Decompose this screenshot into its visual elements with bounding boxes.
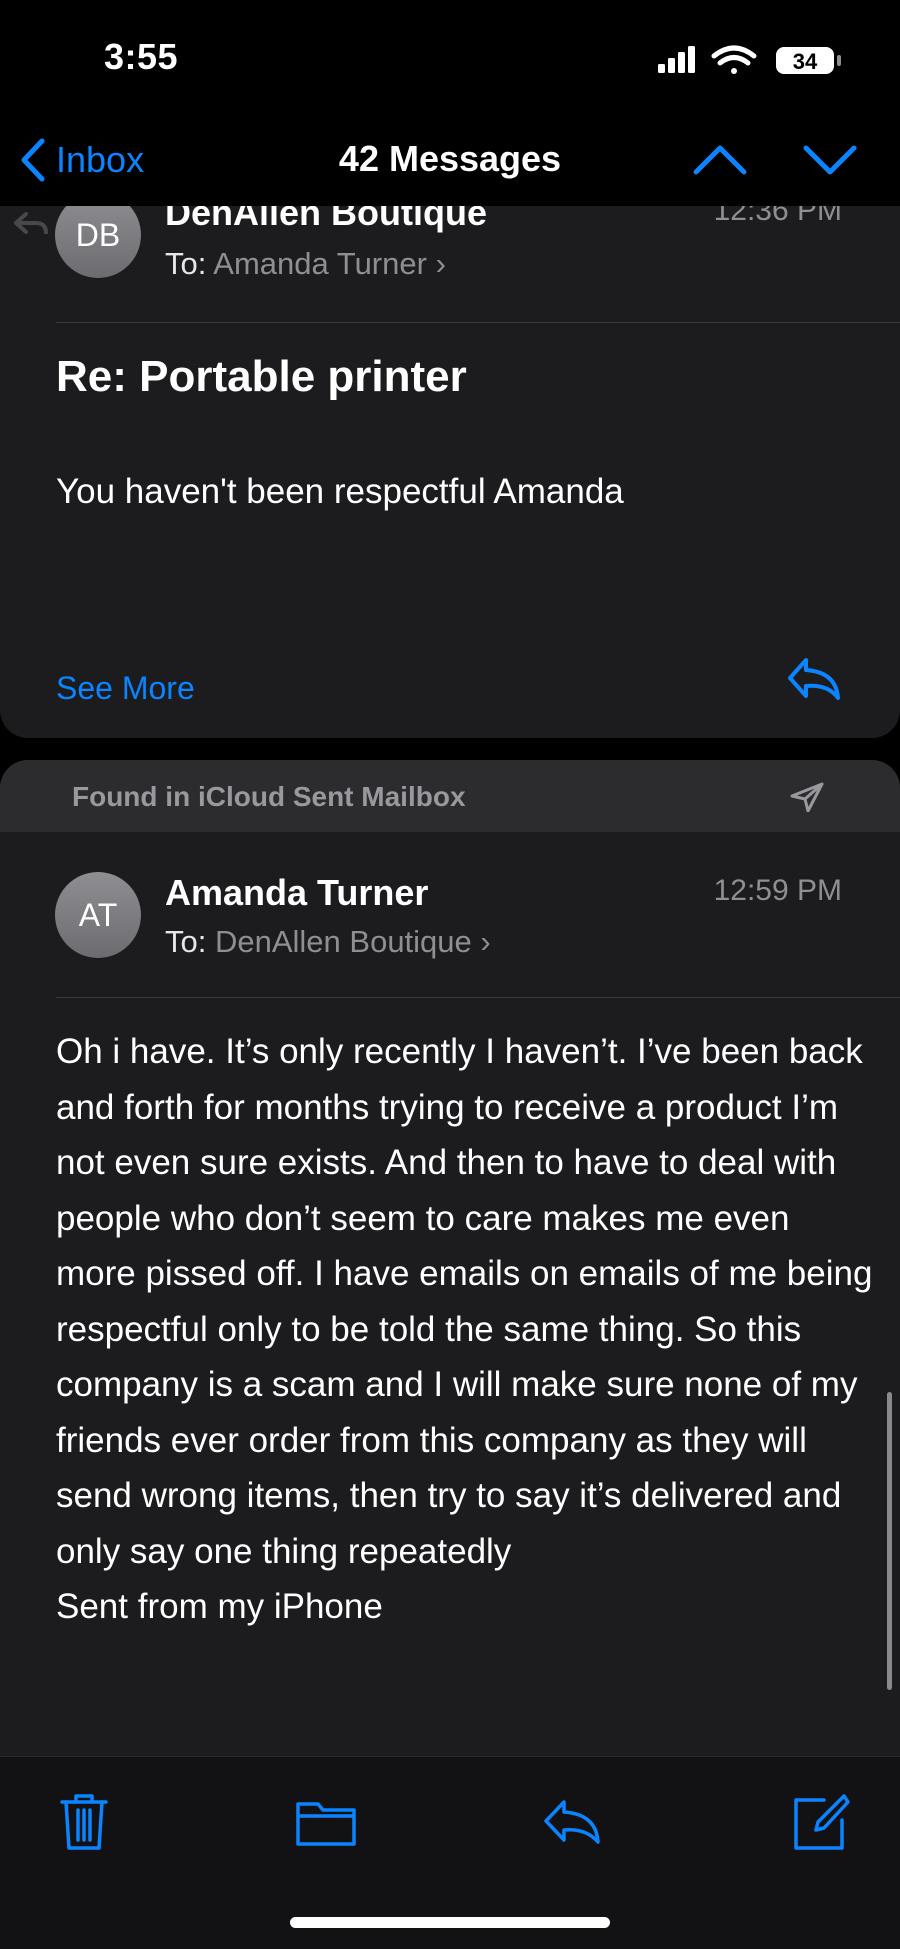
back-label: Inbox [56,139,145,180]
status-time: 3:55 [104,36,179,77]
header-divider [56,322,900,323]
wifi-icon [711,45,757,74]
found-in-mailbox-text: Found in iCloud Sent Mailbox [72,781,466,812]
scroll-indicator[interactable] [887,1392,892,1690]
sent-icon [790,782,824,812]
move-to-folder-button[interactable] [294,1790,358,1854]
chevron-up-icon [693,145,747,175]
trash-button[interactable] [52,1790,116,1854]
chevron-right-icon: › [435,246,446,281]
trash-icon [60,1794,108,1850]
reply-icon [544,1800,600,1844]
message-2-header[interactable]: AT Amanda Turner 12:59 PM To: DenAllen B… [0,860,900,970]
message-preview: You haven't been respectful Amanda [56,472,624,511]
battery-level: 34 [793,49,818,74]
sender-name: DenAllen Boutique [165,206,487,233]
recipient-name: DenAllen Boutique [214,924,472,959]
compose-button[interactable] [788,1790,852,1854]
recipient-line[interactable]: To: DenAllen Boutique › [165,924,491,960]
status-icons: 34 [654,40,854,80]
sender-name: Amanda Turner [165,872,429,913]
chevron-left-icon [21,138,45,182]
chevron-right-icon: › [480,924,491,959]
message-body: Oh i have. It’s only recently I haven’t.… [56,1032,873,1626]
next-message-button[interactable] [800,132,860,188]
to-label: To: [165,246,207,281]
see-more-link[interactable]: See More [56,670,195,707]
avatar: DB [55,206,141,278]
battery-icon: 34 [776,47,841,74]
message-time: 12:59 PM [713,874,842,907]
chevron-down-icon [803,145,857,175]
to-label: To: [165,924,207,959]
reply-icon[interactable] [784,654,844,704]
folder-icon [296,1802,356,1846]
recipient-name: Amanda Turner [213,246,427,281]
message-1-header[interactable]: DB DenAllen Boutique 12:36 PM To: Amanda… [0,206,900,328]
avatar: AT [55,872,141,958]
message-subject: Re: Portable printer [56,352,467,401]
message-time: 12:36 PM [713,206,842,227]
previous-message-button[interactable] [690,132,750,188]
signal-icon [658,46,695,73]
reply-button[interactable] [540,1790,604,1854]
recipient-line[interactable]: To: Amanda Turner › [165,246,446,282]
home-indicator[interactable] [290,1917,610,1928]
compose-icon [794,1794,850,1850]
header-divider [56,997,900,998]
back-button[interactable]: Inbox [18,132,144,188]
